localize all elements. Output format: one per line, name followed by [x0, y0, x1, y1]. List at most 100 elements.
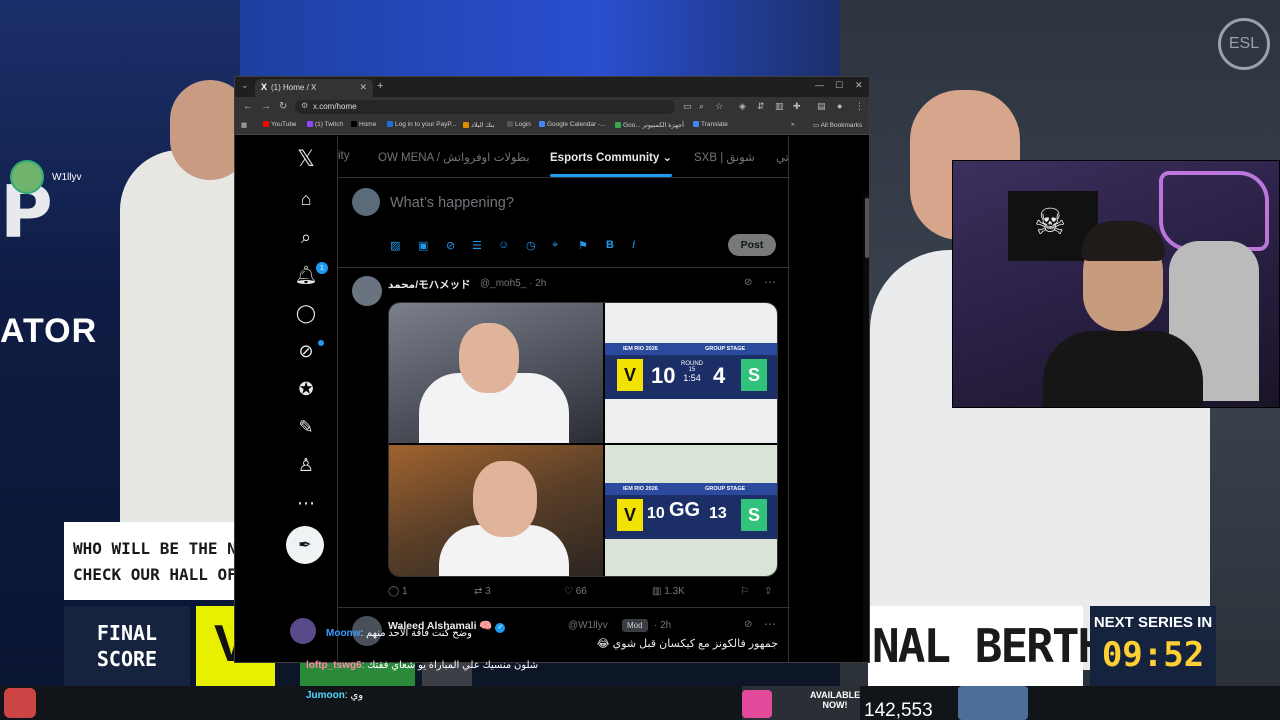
tab-next[interactable]: تي [776, 150, 789, 164]
media-photo-celebration[interactable] [389, 303, 603, 443]
zoom-icon[interactable]: ⌕ [699, 101, 704, 112]
tab-close-icon[interactable]: ✕ [359, 82, 367, 93]
site-info-icon[interactable]: ⚙ [301, 101, 308, 110]
mod-badge: Mod [622, 619, 648, 632]
poll-icon[interactable]: ☰ [472, 239, 482, 252]
bold-icon[interactable]: B [606, 239, 614, 251]
profile-avatar-icon[interactable]: ● [837, 101, 842, 111]
viewer-count: 142,553 [864, 700, 933, 720]
more-options-icon[interactable]: ⋯ [764, 275, 776, 289]
reply-count: 1 [401, 586, 408, 597]
tab-esports-community[interactable]: Esports Community ⌄ [550, 150, 672, 164]
extension-icon[interactable]: ◈ [739, 101, 746, 112]
bookmark-login[interactable]: Login [507, 121, 531, 128]
tweet-media-grid[interactable]: IEM RIO 2026 GROUP STAGE V 10 ROUND 15 1… [388, 302, 778, 577]
url-input[interactable]: ⚙ x.com/home [295, 100, 675, 114]
tab-community-prev[interactable]: ity [338, 150, 350, 162]
like-button[interactable]: ♡ 66 [564, 586, 587, 597]
compose-post-button[interactable]: ✒ [286, 526, 324, 564]
grok-dot [318, 340, 324, 346]
apps-grid-icon[interactable]: ▦ [241, 121, 247, 129]
bookmark-translate[interactable]: Translate [693, 121, 728, 128]
bookmark-label: Translate [701, 121, 728, 128]
youtube-icon [263, 121, 269, 127]
profile-icon[interactable]: ♙ [293, 452, 319, 478]
bookmark-google[interactable]: Goo... أجهزة الكمبيوتر [615, 121, 684, 129]
tab-ow-mena[interactable]: OW MENA / بطولات اوفرواتش [378, 150, 530, 164]
chat-message: Moonw: وضح كنت فاقة الأحد منهم [326, 628, 472, 639]
post-button[interactable]: Post [728, 234, 776, 256]
home-icon[interactable]: ⌂ [293, 186, 319, 212]
messages-icon[interactable]: ◯ [293, 300, 319, 326]
reply-button[interactable]: ◯ 1 [388, 586, 408, 597]
all-bookmarks[interactable]: ▭ All Bookmarks [813, 121, 862, 129]
bookmark-twitch[interactable]: (1) Twitch [307, 121, 343, 128]
bookmark-star-icon[interactable]: ☆ [715, 101, 723, 112]
extension-icon-2[interactable]: ⇵ [757, 101, 765, 112]
lists-icon[interactable]: ✎ [293, 414, 319, 440]
forward-icon[interactable]: → [261, 101, 271, 112]
tweet-author-avatar[interactable] [352, 276, 382, 306]
extension-icon-3[interactable]: ▥ [775, 101, 784, 112]
menu-kebab-icon[interactable]: ⋮ [855, 101, 864, 112]
more-icon[interactable]: ⋯ [293, 490, 319, 516]
grok-explain-icon[interactable]: ⊘ [744, 619, 752, 630]
bookmark-bank[interactable]: بنك البلاد [463, 121, 495, 129]
sidebar-icon[interactable]: ▤ [817, 101, 826, 112]
explore-search-icon[interactable]: ⌕ [293, 224, 319, 250]
screen-cast-icon[interactable]: ▭ [683, 101, 692, 112]
italic-icon[interactable]: I [632, 239, 635, 251]
schedule-icon[interactable]: ◷ [526, 239, 536, 252]
grok-explain-icon[interactable]: ⊘ [744, 277, 752, 288]
window-close-icon[interactable]: ✕ [855, 80, 863, 91]
extensions-puzzle-icon[interactable]: ✚ [793, 101, 801, 112]
tweet-author-handle[interactable]: @W1llyv [568, 620, 608, 631]
media-icon[interactable]: ▨ [390, 239, 400, 252]
tab-x-home[interactable]: X (1) Home / X ✕ [255, 79, 373, 97]
media-photo-despair[interactable] [389, 445, 603, 576]
verified-orgs-icon[interactable]: ✪ [293, 376, 319, 402]
x-logo-icon[interactable]: 𝕏 [293, 146, 319, 172]
bookmark-icon[interactable]: ⚐ [740, 586, 749, 597]
viewer-name: W1llyv [52, 172, 82, 183]
views-button[interactable]: ▥ 1.3K [652, 586, 685, 597]
tab-search-icon[interactable]: ⌄ [241, 80, 249, 91]
tweet[interactable]: محمد/モハメッド @_moh5_ · 2h ⊘ ⋯ IEM RIO 2026… [338, 268, 790, 608]
notifications-bell-icon[interactable]: 🔔︎ 1 [293, 262, 328, 288]
scrollbar-thumb[interactable] [865, 198, 869, 258]
repost-button[interactable]: ⇄ 3 [474, 586, 491, 597]
esl-logo-icon: ESL [1218, 18, 1270, 70]
grok-compose-icon[interactable]: ⊘ [446, 239, 455, 252]
spirit-logo-icon: S [741, 359, 767, 391]
tab-sxb[interactable]: SXB | شونق [694, 150, 755, 164]
media-scoreboard-gg[interactable]: IEM RIO 2026 GROUP STAGE V 10 GG 13 S [605, 445, 777, 576]
share-icon[interactable]: ⇪ [764, 586, 772, 597]
grok-icon[interactable]: ⊘ [293, 338, 324, 364]
bookmark-calendar[interactable]: Google Calendar -... [539, 121, 606, 128]
emoji-icon[interactable]: ☺ [498, 239, 509, 251]
x-timeline: ity OW MENA / بطولات اوفرواتش Esports Co… [337, 136, 790, 662]
back-icon[interactable]: ← [243, 101, 253, 112]
flag-icon[interactable]: ⚑ [578, 239, 588, 252]
tweet-time[interactable]: · 2h [654, 620, 671, 631]
more-options-icon[interactable]: ⋯ [764, 617, 776, 631]
composer-input[interactable]: What’s happening? [390, 195, 514, 211]
minimize-icon[interactable]: — [815, 80, 824, 90]
bookmarks-overflow-icon[interactable]: » [791, 121, 795, 128]
twitch-icon [307, 121, 313, 127]
media-scoreboard-round15[interactable]: IEM RIO 2026 GROUP STAGE V 10 ROUND 15 1… [605, 303, 777, 443]
bookmarks-bar: ▦ YouTube (1) Twitch Home Log in to your… [235, 117, 869, 135]
stream-frame: P ATOR ESL W1llyv ☠ WHO WILL BE THE NEX … [0, 0, 1280, 720]
page-scrollbar[interactable] [863, 195, 869, 662]
location-icon[interactable]: ⌖ [552, 239, 558, 252]
final-score-panel: FINAL SCORE [64, 606, 190, 686]
bookmark-home[interactable]: Home [351, 121, 376, 128]
reload-icon[interactable]: ↻ [279, 101, 287, 112]
gif-icon[interactable]: ▣ [418, 239, 428, 252]
maximize-icon[interactable]: ☐ [835, 80, 843, 91]
tweet-author-name[interactable]: محمد/モハメッド [388, 277, 471, 292]
tweet-author-handle[interactable]: @_moh5_ · 2h [480, 278, 546, 289]
bookmark-youtube[interactable]: YouTube [263, 121, 297, 128]
bookmark-paypal[interactable]: Log in to your PayP... [387, 121, 456, 128]
new-tab-icon[interactable]: + [377, 80, 383, 92]
